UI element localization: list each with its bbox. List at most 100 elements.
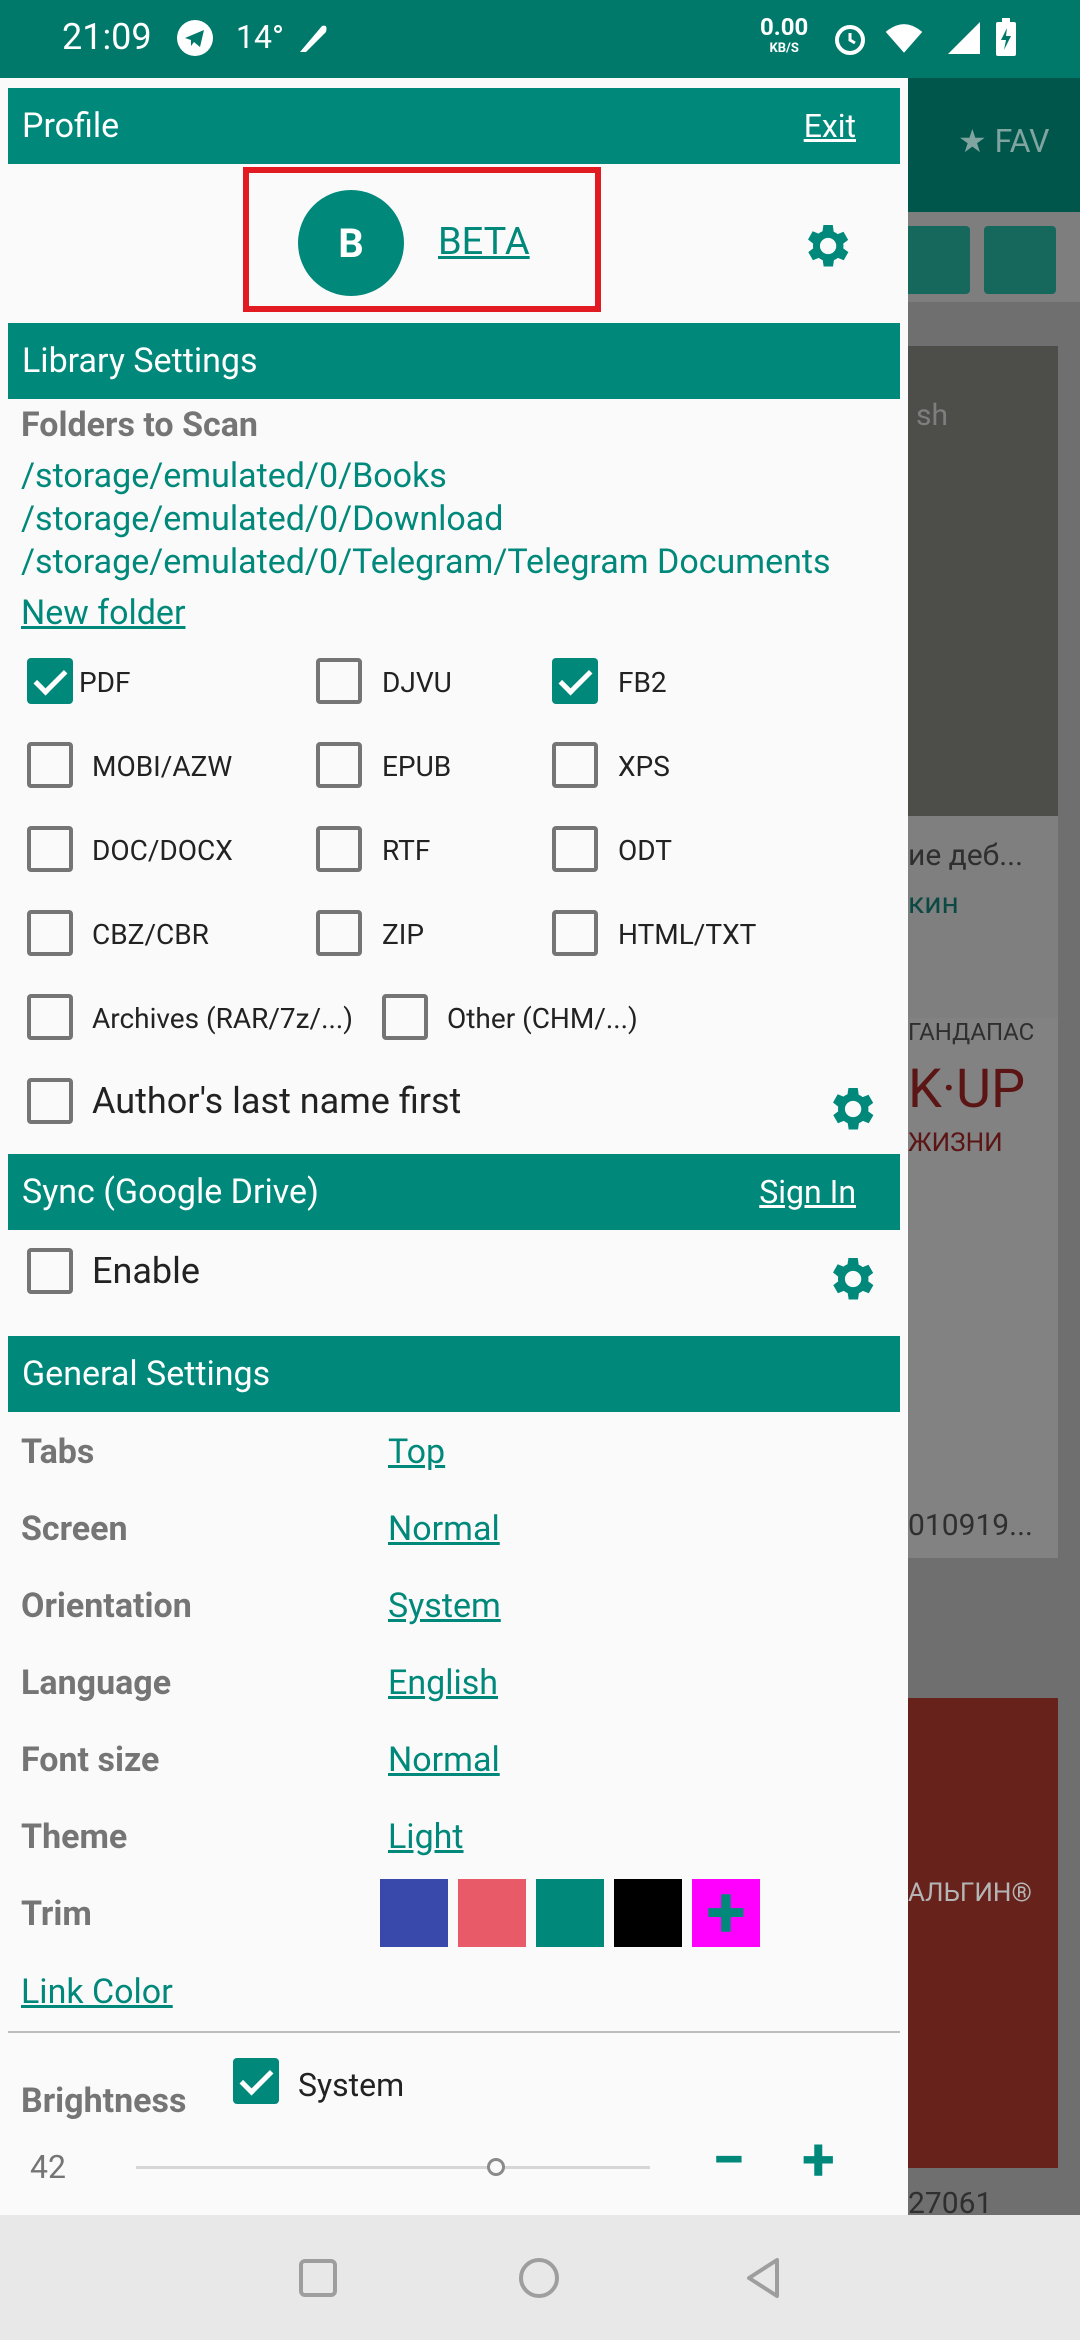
- format-label: FB2: [618, 666, 667, 699]
- folders-to-scan-label: Folders to Scan: [21, 405, 258, 445]
- setting-label-orientation: Orientation: [21, 1586, 192, 1626]
- wifi-icon: [884, 18, 924, 58]
- library-settings-title: Library Settings: [22, 341, 258, 381]
- format-checkbox-html[interactable]: [552, 910, 598, 956]
- format-label: CBZ/CBR: [92, 918, 209, 951]
- setting-value-orientation[interactable]: System: [388, 1586, 501, 1626]
- feather-icon: [292, 18, 332, 58]
- sync-title: Sync (Google Drive): [22, 1172, 319, 1212]
- alarm-icon: [830, 18, 870, 58]
- format-checkbox-other[interactable]: [382, 994, 428, 1040]
- setting-label-tabs: Tabs: [21, 1432, 95, 1472]
- author-last-name-first-label: Author's last name first: [92, 1080, 462, 1122]
- trim-color-swatch[interactable]: [536, 1879, 604, 1947]
- library-settings-gear-icon[interactable]: [820, 1078, 882, 1140]
- background-library: ★ FAV sh ие деб... кин ГАНДАПАС K·UP ЖИЗ…: [908, 78, 1080, 2215]
- setting-label-theme: Theme: [21, 1817, 128, 1857]
- home-icon[interactable]: [514, 2253, 564, 2303]
- divider: [8, 2031, 900, 2033]
- profile-drawer: Profile Exit B BETA Library Settings Fol…: [0, 78, 908, 2215]
- format-checkbox-pdf[interactable]: [27, 658, 73, 704]
- trim-label: Trim: [21, 1894, 92, 1934]
- folder-path[interactable]: /storage/emulated/0/Telegram/Telegram Do…: [21, 542, 831, 582]
- brightness-system-checkbox[interactable]: [233, 2058, 279, 2104]
- battery-icon: [986, 18, 1026, 58]
- telegram-icon: [175, 18, 215, 58]
- new-folder-link[interactable]: New folder: [21, 593, 185, 633]
- setting-value-theme[interactable]: Light: [388, 1817, 464, 1857]
- scrim[interactable]: [908, 78, 1080, 2215]
- sync-enable-checkbox[interactable]: [27, 1248, 73, 1294]
- sync-enable-label: Enable: [92, 1250, 200, 1292]
- format-label: MOBI/AZW: [92, 750, 233, 783]
- brightness-system-label: System: [298, 2066, 405, 2104]
- format-checkbox-epub[interactable]: [316, 742, 362, 788]
- highlight-box: [243, 167, 601, 312]
- setting-value-tabs[interactable]: Top: [388, 1432, 445, 1472]
- format-label: DOC/DOCX: [92, 834, 233, 867]
- format-label: RTF: [382, 834, 431, 867]
- format-label: Archives (RAR/7z/...): [92, 1002, 353, 1035]
- format-checkbox-odt[interactable]: [552, 826, 598, 872]
- setting-label-screen: Screen: [21, 1509, 128, 1549]
- sync-header: Sync (Google Drive) Sign In: [8, 1154, 900, 1230]
- brightness-slider[interactable]: [136, 2166, 650, 2169]
- format-label: EPUB: [382, 750, 452, 783]
- sync-settings-gear-icon[interactable]: [820, 1248, 882, 1310]
- brightness-plus-button[interactable]: +: [802, 2130, 835, 2190]
- general-settings-title: General Settings: [22, 1354, 271, 1394]
- format-label: HTML/TXT: [618, 918, 757, 951]
- format-label: Other (CHM/...): [447, 1002, 638, 1035]
- recents-icon[interactable]: [293, 2253, 343, 2303]
- general-settings-header: General Settings: [8, 1336, 900, 1412]
- cell-signal-icon: [944, 18, 984, 58]
- format-checkbox-zip[interactable]: [316, 910, 362, 956]
- format-checkbox-mobi[interactable]: [27, 742, 73, 788]
- format-checkbox-xps[interactable]: [552, 742, 598, 788]
- format-checkbox-archives[interactable]: [27, 994, 73, 1040]
- network-speed-unit: KB/S: [769, 41, 799, 56]
- profile-settings-gear-icon[interactable]: [795, 215, 857, 277]
- network-speed-value: 0.00: [760, 13, 809, 41]
- status-time: 21:09: [62, 16, 152, 58]
- plus-icon: +: [706, 1870, 746, 1955]
- format-label: DJVU: [382, 666, 452, 699]
- trim-color-swatch[interactable]: [458, 1879, 526, 1947]
- author-last-name-first-checkbox[interactable]: [27, 1078, 73, 1124]
- setting-value-language[interactable]: English: [388, 1663, 498, 1703]
- format-checkbox-fb2[interactable]: [552, 658, 598, 704]
- brightness-value: 42: [30, 2148, 66, 2186]
- back-icon[interactable]: [738, 2253, 788, 2303]
- format-label: ODT: [618, 834, 672, 867]
- brightness-minus-button[interactable]: −: [712, 2130, 745, 2190]
- format-checkbox-djvu[interactable]: [316, 658, 362, 704]
- format-checkbox-rtf[interactable]: [316, 826, 362, 872]
- setting-value-font-size[interactable]: Normal: [388, 1740, 500, 1780]
- trim-color-swatch[interactable]: [614, 1879, 682, 1947]
- brightness-label: Brightness: [21, 2081, 187, 2121]
- exit-link[interactable]: Exit: [804, 107, 856, 145]
- navigation-bar: [0, 2215, 1080, 2340]
- setting-value-screen[interactable]: Normal: [388, 1509, 500, 1549]
- brightness-slider-thumb[interactable]: [486, 2158, 505, 2176]
- format-checkbox-cbz[interactable]: [27, 910, 73, 956]
- folder-path[interactable]: /storage/emulated/0/Books: [21, 456, 447, 496]
- profile-name-link[interactable]: BETA: [438, 220, 530, 264]
- network-speed: 0.00 KB/S: [760, 13, 809, 60]
- profile-header: Profile Exit: [8, 88, 900, 164]
- format-checkbox-doc[interactable]: [27, 826, 73, 872]
- setting-label-language: Language: [21, 1663, 172, 1703]
- profile-header-title: Profile: [22, 106, 120, 146]
- format-label: XPS: [618, 750, 670, 783]
- sign-in-link[interactable]: Sign In: [759, 1173, 856, 1211]
- folder-path[interactable]: /storage/emulated/0/Download: [21, 499, 503, 539]
- format-label: PDF: [79, 666, 131, 699]
- link-color-link[interactable]: Link Color: [21, 1972, 173, 2012]
- status-temperature: 14°: [236, 18, 284, 56]
- add-color-swatch[interactable]: +: [692, 1870, 760, 1955]
- library-settings-header: Library Settings: [8, 323, 900, 399]
- setting-label-font-size: Font size: [21, 1740, 160, 1780]
- status-bar: 21:09 14° 0.00 KB/S: [0, 0, 1080, 78]
- trim-color-swatch[interactable]: [380, 1879, 448, 1947]
- avatar[interactable]: B: [298, 190, 404, 296]
